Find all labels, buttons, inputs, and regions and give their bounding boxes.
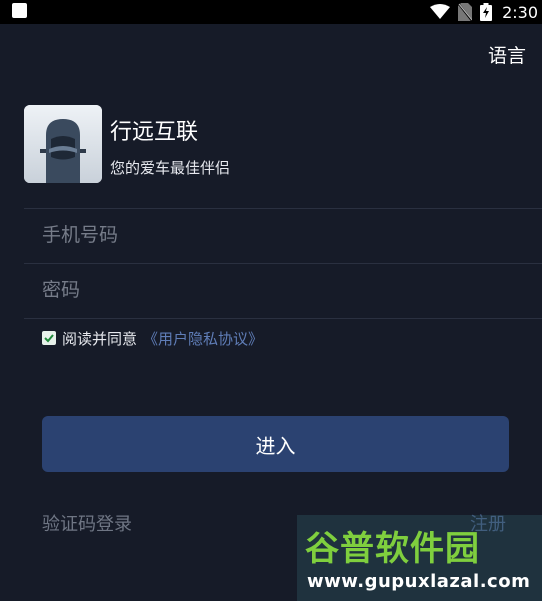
battery-charging-icon [480,3,493,21]
no-sim-icon [458,3,473,21]
privacy-agreement-link[interactable]: 《用户隐私协议》 [143,328,263,349]
check-icon [44,334,54,343]
app-slogan: 您的爱车最佳伴侣 [110,159,231,177]
app-logo [24,105,102,183]
status-icons: 2:30 [430,2,538,22]
language-button[interactable]: 语言 [488,41,526,68]
agreement-row: 阅读并同意 《用户隐私协议》 [42,328,263,348]
notification-icon [12,3,27,18]
phone-number-input[interactable] [24,215,542,255]
status-bar: 2:30 [0,0,542,24]
wifi-icon [430,4,451,19]
status-time: 2:30 [502,2,538,22]
divider [24,208,542,209]
agree-text: 阅读并同意 [62,329,138,348]
watermark-url: www.gupuxlazal.com [307,571,531,592]
watermark-title: 谷普软件园 [305,529,480,569]
watermark: 谷普软件园 www.gupuxlazal.com [297,515,542,601]
divider [24,263,542,264]
divider [24,318,542,319]
enter-button[interactable]: 进入 [42,416,509,472]
agree-checkbox[interactable] [42,331,56,345]
sms-login-link[interactable]: 验证码登录 [42,510,132,536]
password-input[interactable] [24,270,542,310]
car-icon [24,105,102,183]
app-name: 行远互联 [110,120,199,145]
